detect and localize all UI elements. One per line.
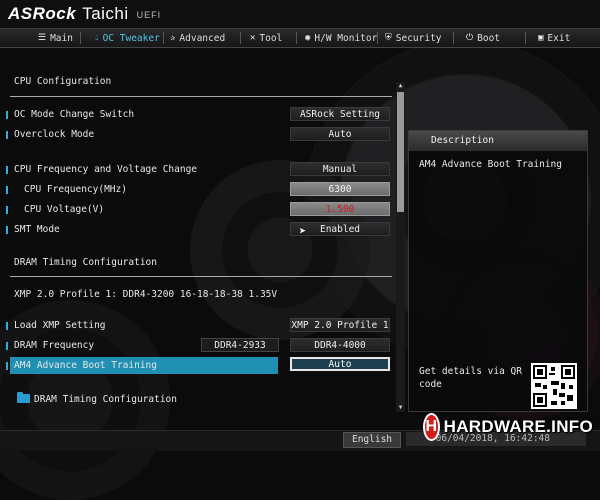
scroll-up-icon[interactable]: ▲ (396, 82, 405, 90)
tab-label: Security (395, 32, 442, 44)
setting-marker (6, 186, 8, 194)
section-title-cpu: CPU Configuration (14, 76, 112, 87)
folder-icon (17, 392, 30, 403)
load-xmp-value[interactable]: XMP 2.0 Profile 1 (290, 318, 390, 332)
setting-marker (6, 131, 8, 139)
tab-advanced[interactable]: ✰ Advanced (170, 29, 225, 47)
qr-hint: Get details via QR code (419, 366, 522, 390)
setting-label-cpu-frequency[interactable]: CPU Frequency(MHz) (24, 184, 127, 195)
setting-marker (6, 342, 8, 350)
dram-frequency-value[interactable]: DDR4-4000 (290, 338, 390, 352)
overclock-mode-value[interactable]: Auto (290, 127, 390, 141)
scrollbar-thumb[interactable] (397, 92, 404, 212)
setting-marker (6, 226, 8, 234)
setting-label-cpu-voltage[interactable]: CPU Voltage(V) (24, 204, 104, 215)
tab-hw-monitor[interactable]: ◉ H/W Monitor (305, 29, 377, 47)
watermark-text: HARDWARE.INFO (443, 417, 593, 436)
tab-divider (80, 32, 81, 44)
tab-divider (296, 32, 297, 44)
tab-exit[interactable]: ▣ Exit (538, 29, 570, 47)
tab-label: OC Tweaker (102, 32, 160, 44)
cpu-voltage-input[interactable]: 1.500 (290, 202, 390, 216)
tab-oc-tweaker[interactable]: 💧︎ OC Tweaker (95, 29, 160, 47)
brand-suffix: UEFI (136, 9, 162, 20)
monitor-icon: ◉ (305, 33, 311, 43)
brand-model: Taichi (82, 4, 129, 23)
tab-label: Exit (547, 32, 571, 44)
tab-tool[interactable]: ✕ Tool (250, 29, 282, 47)
shield-icon: ⛨ (385, 33, 392, 43)
section-divider (10, 96, 392, 97)
am4-boot-training-value[interactable]: Auto (290, 357, 390, 371)
description-panel: Description AM4 Advance Boot Training Ge… (408, 130, 588, 412)
setting-marker (6, 166, 8, 174)
tab-label: Boot (477, 32, 501, 44)
title-bar: ASRock Taichi UEFI (0, 0, 600, 28)
submenu-dram-timing[interactable]: DRAM Timing Configuration (34, 394, 177, 405)
brand-logo: ASRock Taichi UEFI (8, 4, 161, 24)
dram-frequency-current: DDR4-2933 (201, 338, 279, 352)
setting-marker (6, 362, 8, 370)
tab-divider (453, 32, 454, 44)
setting-label-am4-boot-training[interactable]: AM4 Advance Boot Training (14, 360, 157, 371)
droplet-icon: 💧︎ (95, 33, 99, 43)
tools-icon: ✕ (250, 33, 256, 43)
setting-label-oc-mode[interactable]: OC Mode Change Switch (14, 109, 134, 120)
tab-divider (240, 32, 241, 44)
mouse-cursor-icon: ➤ (299, 224, 307, 238)
tab-label: Main (50, 32, 73, 44)
tab-security[interactable]: ⛨ Security (385, 29, 442, 47)
setting-label-dram-frequency[interactable]: DRAM Frequency (14, 340, 94, 351)
exit-icon: ▣ (538, 33, 544, 43)
cpu-frequency-input[interactable]: 6300 (290, 182, 390, 196)
setting-label-smt-mode[interactable]: SMT Mode (14, 224, 60, 235)
power-icon: ⏻ (466, 33, 474, 43)
tab-main[interactable]: ☰ Main (38, 29, 73, 47)
main-tabs: ☰ Main 💧︎ OC Tweaker ✰ Advanced ✕ Tool ◉… (0, 28, 600, 48)
setting-marker (6, 206, 8, 214)
setting-marker (6, 111, 8, 119)
language-button[interactable]: English (343, 432, 401, 448)
watermark-badge: H (423, 413, 440, 441)
setting-label-cpu-freq-volt-change[interactable]: CPU Frequency and Voltage Change (14, 164, 197, 175)
cpu-freq-volt-change-value[interactable]: Manual (290, 162, 390, 176)
description-title: Description (409, 131, 587, 151)
brand-name: ASRock (8, 4, 77, 23)
xmp-profile-info: XMP 2.0 Profile 1: DDR4-3200 16-18-18-38… (14, 289, 278, 300)
setting-label-overclock-mode[interactable]: Overclock Mode (14, 129, 94, 140)
watermark: H HARDWARE.INFO (423, 412, 593, 442)
section-divider (10, 276, 392, 277)
scroll-down-icon[interactable]: ▼ (396, 404, 405, 412)
scrollbar[interactable]: ▲ ▼ (396, 82, 405, 412)
setting-label-load-xmp[interactable]: Load XMP Setting (14, 320, 106, 331)
tab-label: Advanced (179, 32, 226, 44)
star-icon: ✰ (170, 33, 176, 43)
tab-divider (377, 32, 378, 44)
setting-marker (6, 322, 8, 330)
section-title-dram: DRAM Timing Configuration (14, 257, 157, 268)
tab-label: Tool (259, 32, 283, 44)
description-text: AM4 Advance Boot Training (419, 159, 562, 170)
tab-divider (525, 32, 526, 44)
tab-label: H/W Monitor (314, 32, 378, 44)
qr-code-icon (531, 363, 577, 409)
tab-divider (163, 32, 164, 44)
qr-code[interactable] (531, 363, 577, 409)
tab-boot[interactable]: ⏻ Boot (466, 29, 500, 47)
list-icon: ☰ (38, 33, 47, 43)
oc-mode-value[interactable]: ASRock Setting (290, 107, 390, 121)
